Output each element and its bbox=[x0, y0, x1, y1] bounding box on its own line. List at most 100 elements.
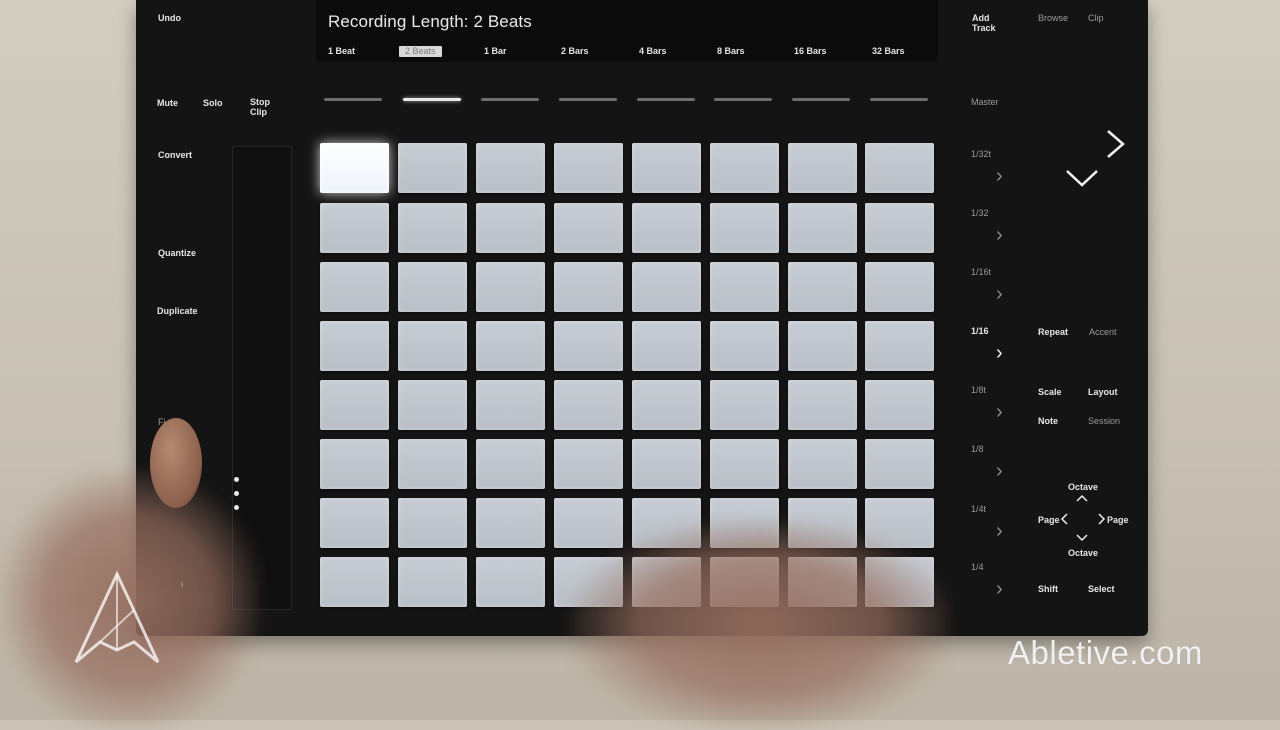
duplicate-button[interactable]: Duplicate bbox=[157, 306, 198, 316]
pad-r1-c4[interactable] bbox=[554, 143, 623, 193]
clip-button[interactable]: Clip bbox=[1088, 13, 1104, 23]
pad-r1-c6[interactable] bbox=[710, 143, 779, 193]
scene-button-1-8[interactable]: 1/8 bbox=[971, 444, 984, 454]
pad-r3-c1[interactable] bbox=[320, 262, 389, 312]
accent-button[interactable]: Accent bbox=[1089, 327, 1117, 337]
pad-r4-c7[interactable] bbox=[788, 321, 857, 371]
track-select-button-8[interactable] bbox=[870, 98, 928, 101]
pad-r1-c2[interactable] bbox=[398, 143, 467, 193]
pad-r3-c6[interactable] bbox=[710, 262, 779, 312]
length-option-2-bars[interactable]: 2 Bars bbox=[561, 46, 589, 57]
page-right-button[interactable]: Page bbox=[1107, 515, 1129, 525]
pad-r2-c4[interactable] bbox=[554, 203, 623, 253]
scene-button-1-4[interactable]: 1/4 bbox=[971, 562, 984, 572]
octave-down-button[interactable]: Octave bbox=[1068, 548, 1098, 558]
pad-r3-c8[interactable] bbox=[865, 262, 934, 312]
convert-button[interactable]: Convert bbox=[158, 150, 192, 160]
pad-r4-c1[interactable] bbox=[320, 321, 389, 371]
pad-r3-c7[interactable] bbox=[788, 262, 857, 312]
pad-r6-c1[interactable] bbox=[320, 439, 389, 489]
pad-r4-c4[interactable] bbox=[554, 321, 623, 371]
track-select-button-3[interactable] bbox=[481, 98, 539, 101]
pad-r1-c5[interactable] bbox=[632, 143, 701, 193]
pad-r4-c8[interactable] bbox=[865, 321, 934, 371]
pad-r4-c5[interactable] bbox=[632, 321, 701, 371]
pad-r5-c3[interactable] bbox=[476, 380, 545, 430]
add-track-button[interactable]: Add Track bbox=[972, 13, 996, 33]
layout-button[interactable]: Layout bbox=[1088, 387, 1118, 397]
length-option-8-bars[interactable]: 8 Bars bbox=[717, 46, 745, 57]
pad-r4-c2[interactable] bbox=[398, 321, 467, 371]
pad-r6-c3[interactable] bbox=[476, 439, 545, 489]
pad-r2-c3[interactable] bbox=[476, 203, 545, 253]
track-select-button-4[interactable] bbox=[559, 98, 617, 101]
select-button[interactable]: Select bbox=[1088, 584, 1115, 594]
pad-r2-c6[interactable] bbox=[710, 203, 779, 253]
pad-r8-c2[interactable] bbox=[398, 557, 467, 607]
pad-r4-c6[interactable] bbox=[710, 321, 779, 371]
pad-r5-c7[interactable] bbox=[788, 380, 857, 430]
pad-r1-c1[interactable] bbox=[320, 143, 389, 193]
pad-r8-c3[interactable] bbox=[476, 557, 545, 607]
pad-r3-c3[interactable] bbox=[476, 262, 545, 312]
pad-r3-c2[interactable] bbox=[398, 262, 467, 312]
octave-up-button[interactable]: Octave bbox=[1068, 482, 1098, 492]
session-button[interactable]: Session bbox=[1088, 416, 1120, 426]
pad-r7-c3[interactable] bbox=[476, 498, 545, 548]
length-option-2-beats[interactable]: 2 Beats bbox=[399, 46, 442, 57]
track-select-button-1[interactable] bbox=[324, 98, 382, 101]
pad-r5-c2[interactable] bbox=[398, 380, 467, 430]
pad-r2-c5[interactable] bbox=[632, 203, 701, 253]
scene-button-1-32t[interactable]: 1/32t bbox=[971, 149, 991, 159]
length-option-4-bars[interactable]: 4 Bars bbox=[639, 46, 667, 57]
mute-button[interactable]: Mute bbox=[157, 98, 178, 108]
browse-button[interactable]: Browse bbox=[1038, 13, 1068, 23]
length-option-1-bar[interactable]: 1 Bar bbox=[484, 46, 507, 57]
shift-button[interactable]: Shift bbox=[1038, 584, 1058, 594]
pad-r7-c1[interactable] bbox=[320, 498, 389, 548]
pad-r6-c2[interactable] bbox=[398, 439, 467, 489]
pad-r5-c5[interactable] bbox=[632, 380, 701, 430]
pad-r5-c8[interactable] bbox=[865, 380, 934, 430]
pad-r6-c5[interactable] bbox=[632, 439, 701, 489]
pad-r7-c4[interactable] bbox=[554, 498, 623, 548]
quantize-button[interactable]: Quantize bbox=[158, 248, 196, 258]
pad-r7-c2[interactable] bbox=[398, 498, 467, 548]
page-left-button[interactable]: Page bbox=[1038, 515, 1060, 525]
chevron-right-icon[interactable] bbox=[1105, 128, 1127, 160]
pad-r8-c1[interactable] bbox=[320, 557, 389, 607]
pad-r2-c2[interactable] bbox=[398, 203, 467, 253]
scene-button-1-8t[interactable]: 1/8t bbox=[971, 385, 986, 395]
master-button[interactable]: Master bbox=[971, 97, 999, 107]
pad-r2-c1[interactable] bbox=[320, 203, 389, 253]
stop-clip-button[interactable]: Stop Clip bbox=[250, 97, 270, 117]
track-select-button-5[interactable] bbox=[637, 98, 695, 101]
pad-r6-c6[interactable] bbox=[710, 439, 779, 489]
pad-r6-c8[interactable] bbox=[865, 439, 934, 489]
solo-button[interactable]: Solo bbox=[203, 98, 223, 108]
pad-r1-c3[interactable] bbox=[476, 143, 545, 193]
pad-r5-c4[interactable] bbox=[554, 380, 623, 430]
pad-r1-c8[interactable] bbox=[865, 143, 934, 193]
pad-r3-c4[interactable] bbox=[554, 262, 623, 312]
pad-r4-c3[interactable] bbox=[476, 321, 545, 371]
pad-r6-c4[interactable] bbox=[554, 439, 623, 489]
pad-r2-c8[interactable] bbox=[865, 203, 934, 253]
pad-r2-c7[interactable] bbox=[788, 203, 857, 253]
scale-button[interactable]: Scale bbox=[1038, 387, 1062, 397]
length-option-1-beat[interactable]: 1 Beat bbox=[328, 46, 355, 57]
length-option-16-bars[interactable]: 16 Bars bbox=[794, 46, 827, 57]
note-button[interactable]: Note bbox=[1038, 416, 1058, 426]
scene-button-1-16t[interactable]: 1/16t bbox=[971, 267, 991, 277]
scene-button-1-32[interactable]: 1/32 bbox=[971, 208, 989, 218]
length-option-32-bars[interactable]: 32 Bars bbox=[872, 46, 905, 57]
pad-r1-c7[interactable] bbox=[788, 143, 857, 193]
scene-button-1-16[interactable]: 1/16 bbox=[971, 326, 989, 336]
pad-r5-c6[interactable] bbox=[710, 380, 779, 430]
track-select-button-7[interactable] bbox=[792, 98, 850, 101]
undo-button[interactable]: Undo bbox=[158, 13, 181, 23]
pad-r6-c7[interactable] bbox=[788, 439, 857, 489]
pad-r5-c1[interactable] bbox=[320, 380, 389, 430]
repeat-button[interactable]: Repeat bbox=[1038, 327, 1068, 337]
chevron-down-icon[interactable] bbox=[1064, 168, 1100, 188]
